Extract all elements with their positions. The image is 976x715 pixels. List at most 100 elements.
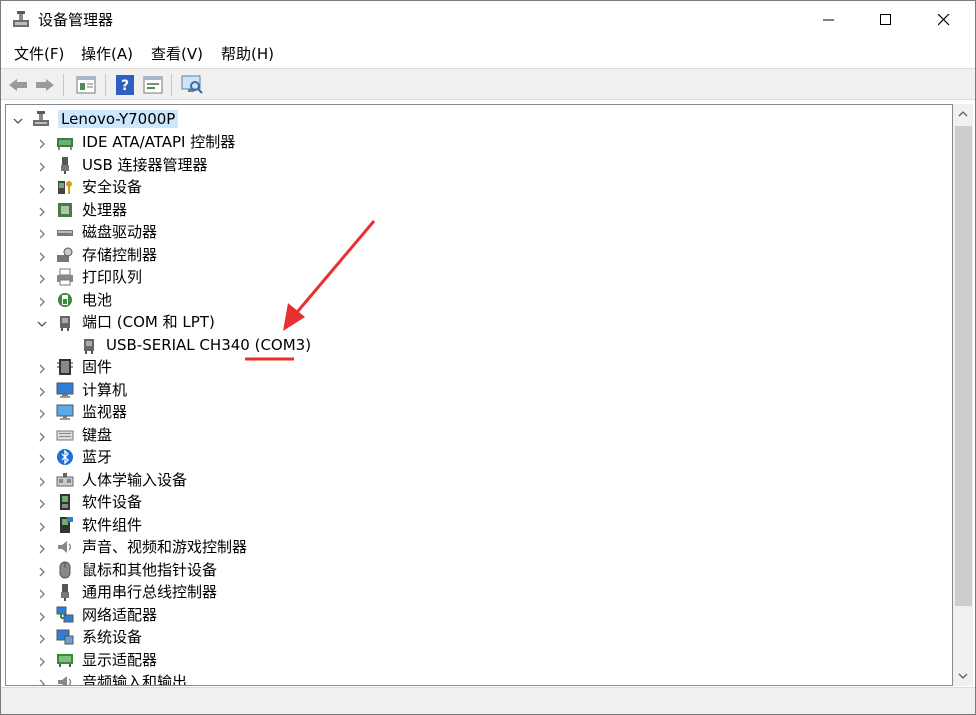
root-label[interactable]: Lenovo-Y7000P — [58, 110, 179, 128]
menu-action[interactable]: 操作(A) — [81, 45, 133, 63]
forward-button[interactable] — [34, 74, 56, 96]
chevron-right-icon[interactable] — [36, 474, 48, 486]
tree-item-label: 固件 — [82, 358, 113, 376]
chevron-right-icon[interactable] — [36, 361, 48, 374]
tree-category-item[interactable]: 鼠标和其他指针设备 — [6, 559, 946, 581]
tree-item-label: 系统设备 — [82, 628, 143, 646]
tree-category-item[interactable]: 安全设备 — [6, 176, 946, 198]
menu-help[interactable]: 帮助(H) — [221, 45, 274, 63]
chevron-right-icon[interactable] — [36, 586, 48, 599]
menu-view[interactable]: 查看(V) — [151, 45, 203, 63]
software-component-icon — [56, 516, 74, 534]
minimize-icon — [823, 19, 834, 21]
help-button[interactable]: ? — [114, 74, 136, 96]
vertical-scrollbar[interactable] — [953, 104, 973, 686]
menu-bar: 文件(F) 操作(A) 查看(V) 帮助(H) — [1, 41, 975, 67]
properties-icon — [76, 76, 96, 94]
chevron-right-icon[interactable] — [36, 294, 48, 306]
tree-category-item[interactable]: 存储控制器 — [6, 244, 946, 266]
title-bar: 设备管理器 — [1, 1, 975, 39]
firmware-icon — [56, 358, 74, 376]
chevron-right-icon[interactable] — [36, 654, 48, 666]
chevron-right-icon[interactable] — [36, 564, 48, 576]
scrollbar-thumb[interactable] — [955, 126, 972, 606]
tree-category-item[interactable]: 键盘 — [6, 424, 946, 446]
tree-category-item[interactable]: USB 连接器管理器 — [6, 154, 946, 176]
chevron-right-icon[interactable] — [36, 226, 48, 239]
sound-icon — [56, 538, 74, 556]
device-tree[interactable]: Lenovo-Y7000P IDE ATA/ATAPI 控制器 USB 连接器管理… — [5, 104, 953, 686]
tree-category-item[interactable]: 磁盘驱动器 — [6, 221, 946, 243]
chevron-right-icon[interactable] — [36, 519, 48, 531]
scroll-down-icon — [958, 673, 968, 679]
back-button[interactable] — [7, 74, 29, 96]
menu-file[interactable]: 文件(F) — [14, 45, 64, 63]
chevron-right-icon[interactable] — [36, 271, 48, 284]
scan-hardware-icon — [181, 75, 203, 94]
tree-item-label: 键盘 — [82, 425, 113, 444]
tree-category-item[interactable]: 端口 (COM 和 LPT) — [6, 311, 946, 333]
bluetooth-icon — [56, 448, 74, 466]
scan-hardware-button[interactable] — [181, 74, 203, 96]
chevron-right-icon[interactable] — [36, 429, 48, 441]
chevron-right-icon[interactable] — [36, 159, 48, 171]
chevron-right-icon[interactable] — [36, 204, 48, 216]
chevron-right-icon[interactable] — [36, 676, 48, 685]
maximize-button[interactable] — [863, 1, 909, 39]
chevron-right-icon[interactable] — [36, 181, 48, 194]
minimize-button[interactable] — [806, 1, 852, 39]
network-adapter-icon — [56, 606, 74, 624]
tree-category-item[interactable]: 网络适配器 — [6, 604, 946, 626]
chevron-down-icon[interactable] — [12, 113, 24, 125]
tree-category-item[interactable]: 系统设备 — [6, 626, 946, 648]
tree-item-label: 监视器 — [82, 403, 128, 421]
tree-device-item[interactable]: USB-SERIAL CH340 (COM3) — [6, 334, 946, 356]
tree-category-item[interactable]: 显示适配器 — [6, 649, 946, 671]
close-icon — [938, 14, 950, 26]
chevron-right-icon[interactable] — [36, 451, 48, 464]
chevron-right-icon[interactable] — [36, 136, 48, 149]
audio-io-icon — [56, 673, 74, 685]
tree-category-item[interactable]: 固件 — [6, 356, 946, 378]
tree-item-label: 端口 (COM 和 LPT) — [82, 313, 215, 331]
printer-icon — [56, 268, 74, 286]
toolbar-separator — [105, 74, 106, 96]
computer-root-icon — [32, 110, 50, 128]
tree-category-item[interactable]: 声音、视频和游戏控制器 — [6, 536, 946, 558]
disk-drive-icon — [56, 223, 74, 241]
tree-category-item[interactable]: 计算机 — [6, 379, 946, 401]
tree-category-item[interactable]: 软件组件 — [6, 514, 946, 536]
tree-category-item[interactable]: 蓝牙 — [6, 446, 946, 468]
system-device-icon — [56, 628, 74, 646]
chevron-right-icon[interactable] — [36, 496, 48, 509]
tree-category-item[interactable]: 电池 — [6, 289, 946, 311]
chevron-right-icon[interactable] — [36, 406, 48, 419]
tree-category-item[interactable]: 打印队列 — [6, 266, 946, 288]
tree-item-label: 软件组件 — [82, 515, 143, 534]
tree-category-item[interactable]: 处理器 — [6, 199, 946, 221]
toolbar: ? — [1, 68, 975, 100]
tree-item-label: 处理器 — [82, 200, 128, 219]
tree-item-label: 磁盘驱动器 — [82, 223, 158, 241]
tree-root[interactable]: Lenovo-Y7000P — [6, 108, 946, 130]
tree-category-item[interactable]: 通用串行总线控制器 — [6, 581, 946, 603]
update-driver-button[interactable] — [142, 74, 164, 96]
toolbar-separator — [63, 74, 64, 96]
tree-item-label: 打印队列 — [82, 268, 143, 286]
chevron-right-icon[interactable] — [36, 541, 48, 554]
close-button[interactable] — [921, 1, 967, 39]
monitor-icon — [56, 403, 74, 421]
processor-icon — [56, 201, 74, 219]
chevron-right-icon[interactable] — [36, 249, 48, 261]
chevron-right-icon[interactable] — [36, 609, 48, 621]
tree-category-item[interactable]: 人体学输入设备 — [6, 469, 946, 491]
tree-category-item[interactable]: 监视器 — [6, 401, 946, 423]
properties-button[interactable] — [75, 74, 97, 96]
chevron-right-icon[interactable] — [36, 631, 48, 644]
tree-item-label: USB 连接器管理器 — [82, 155, 208, 174]
tree-category-item[interactable]: IDE ATA/ATAPI 控制器 — [6, 131, 946, 153]
tree-category-item[interactable]: 音频输入和输出 — [6, 671, 946, 685]
tree-category-item[interactable]: 软件设备 — [6, 491, 946, 513]
chevron-right-icon[interactable] — [36, 384, 48, 396]
chevron-down-icon[interactable] — [36, 316, 48, 328]
